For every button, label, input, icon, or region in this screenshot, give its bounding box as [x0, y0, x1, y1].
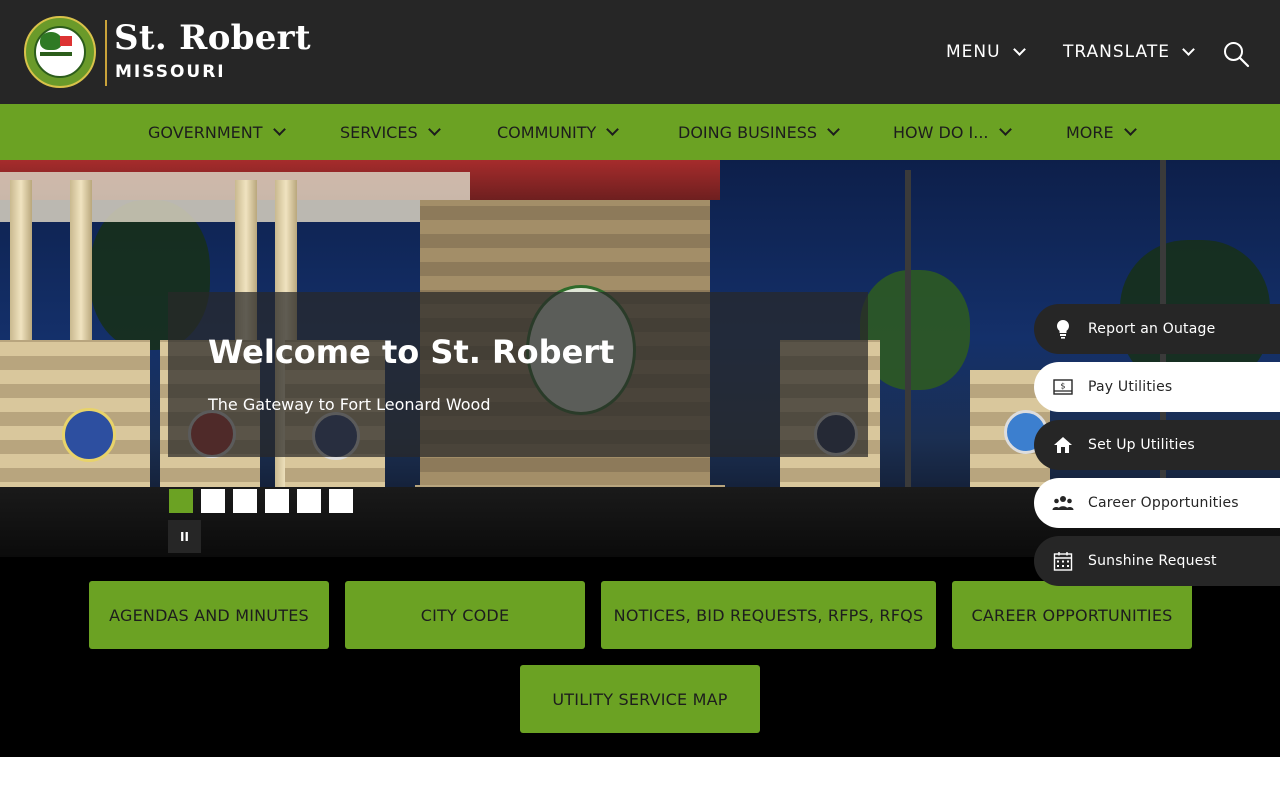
side-link-label: Career Opportunities [1088, 495, 1239, 511]
nav-item-services[interactable]: SERVICES [340, 104, 441, 160]
pause-slideshow-button[interactable]: II [168, 520, 201, 553]
chevron-down-icon [1012, 43, 1026, 56]
slide-dot-2[interactable] [201, 489, 225, 513]
nav-item-community[interactable]: COMMUNITY [497, 104, 620, 160]
slide-dot-5[interactable] [297, 489, 321, 513]
translate-button[interactable]: TRANSLATE [1063, 42, 1195, 62]
notices-bid-requests-button[interactable]: NOTICES, BID REQUESTS, RFPS, RFQS [601, 581, 936, 649]
quick-link-label: CITY CODE [420, 605, 510, 625]
brand-title[interactable]: St. Robert [114, 18, 311, 58]
slide-dot-1[interactable] [169, 489, 193, 513]
brand-divider [105, 20, 107, 86]
side-link-label: Set Up Utilities [1088, 437, 1195, 453]
side-link-label: Sunshine Request [1088, 553, 1217, 569]
search-icon[interactable] [1222, 40, 1250, 68]
city-code-button[interactable]: CITY CODE [345, 581, 585, 649]
site-header: St. Robert MISSOURI MENU TRANSLATE [0, 0, 1280, 104]
slide-dot-4[interactable] [265, 489, 289, 513]
hero-caption-box [168, 292, 868, 457]
set-up-utilities-link[interactable]: Set Up Utilities [1034, 420, 1280, 470]
utility-service-map-button[interactable]: UTILITY SERVICE MAP [520, 665, 760, 733]
chevron-down-icon [998, 122, 1012, 136]
side-link-label: Pay Utilities [1088, 379, 1173, 395]
career-opportunities-button[interactable]: CAREER OPPORTUNITIES [952, 581, 1192, 649]
nav-item-label: HOW DO I... [893, 122, 989, 142]
chevron-down-icon [427, 122, 441, 136]
nav-item-label: GOVERNMENT [148, 122, 263, 142]
city-seal-logo[interactable] [24, 16, 96, 88]
main-nav: GOVERNMENT SERVICES COMMUNITY DOING BUSI… [0, 104, 1280, 160]
chevron-down-icon [1182, 43, 1195, 56]
nav-item-label: MORE [1066, 122, 1114, 142]
army-emblem [62, 408, 116, 462]
quick-link-label: CAREER OPPORTUNITIES [971, 605, 1173, 625]
menu-label: MENU [946, 42, 1001, 62]
people-icon [1052, 496, 1074, 510]
hero-title: Welcome to St. Robert [208, 333, 615, 371]
hero-subtitle: The Gateway to Fort Leonard Wood [208, 395, 491, 414]
nav-item-label: DOING BUSINESS [678, 122, 818, 142]
pause-icon: II [180, 529, 189, 544]
quick-link-label: UTILITY SERVICE MAP [552, 689, 728, 709]
chevron-down-icon [1123, 122, 1137, 136]
chevron-down-icon [827, 122, 840, 136]
calendar-icon [1053, 552, 1073, 571]
seal-banner [40, 52, 72, 56]
lightbulb-icon [1056, 319, 1070, 339]
slide-dot-6[interactable] [329, 489, 353, 513]
nav-item-doing-business[interactable]: DOING BUSINESS [678, 104, 840, 160]
svg-text:$: $ [1060, 382, 1065, 391]
nav-item-how-do-i[interactable]: HOW DO I... [893, 104, 1012, 160]
seal-tree-icon [40, 32, 62, 50]
pay-utilities-link[interactable]: $ Pay Utilities [1034, 362, 1280, 412]
nav-item-label: COMMUNITY [497, 122, 597, 142]
nav-item-government[interactable]: GOVERNMENT [148, 104, 286, 160]
chevron-down-icon [272, 122, 286, 136]
menu-button[interactable]: MENU [946, 42, 1026, 62]
quick-link-label: AGENDAS AND MINUTES [109, 605, 309, 625]
nav-item-more[interactable]: MORE [1066, 104, 1137, 160]
side-link-label: Report an Outage [1088, 321, 1216, 337]
agendas-and-minutes-button[interactable]: AGENDAS AND MINUTES [89, 581, 329, 649]
translate-label: TRANSLATE [1063, 42, 1170, 62]
chevron-down-icon [606, 122, 620, 136]
quick-link-label: NOTICES, BID REQUESTS, RFPS, RFQS [613, 605, 924, 625]
slide-dot-3[interactable] [233, 489, 257, 513]
house-icon [1054, 437, 1072, 453]
bill-icon: $ [1053, 379, 1073, 395]
seal-state-icon [60, 36, 72, 46]
report-outage-link[interactable]: Report an Outage [1034, 304, 1280, 354]
brand-subtitle: MISSOURI [115, 62, 226, 82]
sunshine-request-link[interactable]: Sunshine Request [1034, 536, 1280, 586]
career-opportunities-link[interactable]: Career Opportunities [1034, 478, 1280, 528]
light-pole [905, 170, 911, 510]
nav-item-label: SERVICES [340, 122, 418, 142]
